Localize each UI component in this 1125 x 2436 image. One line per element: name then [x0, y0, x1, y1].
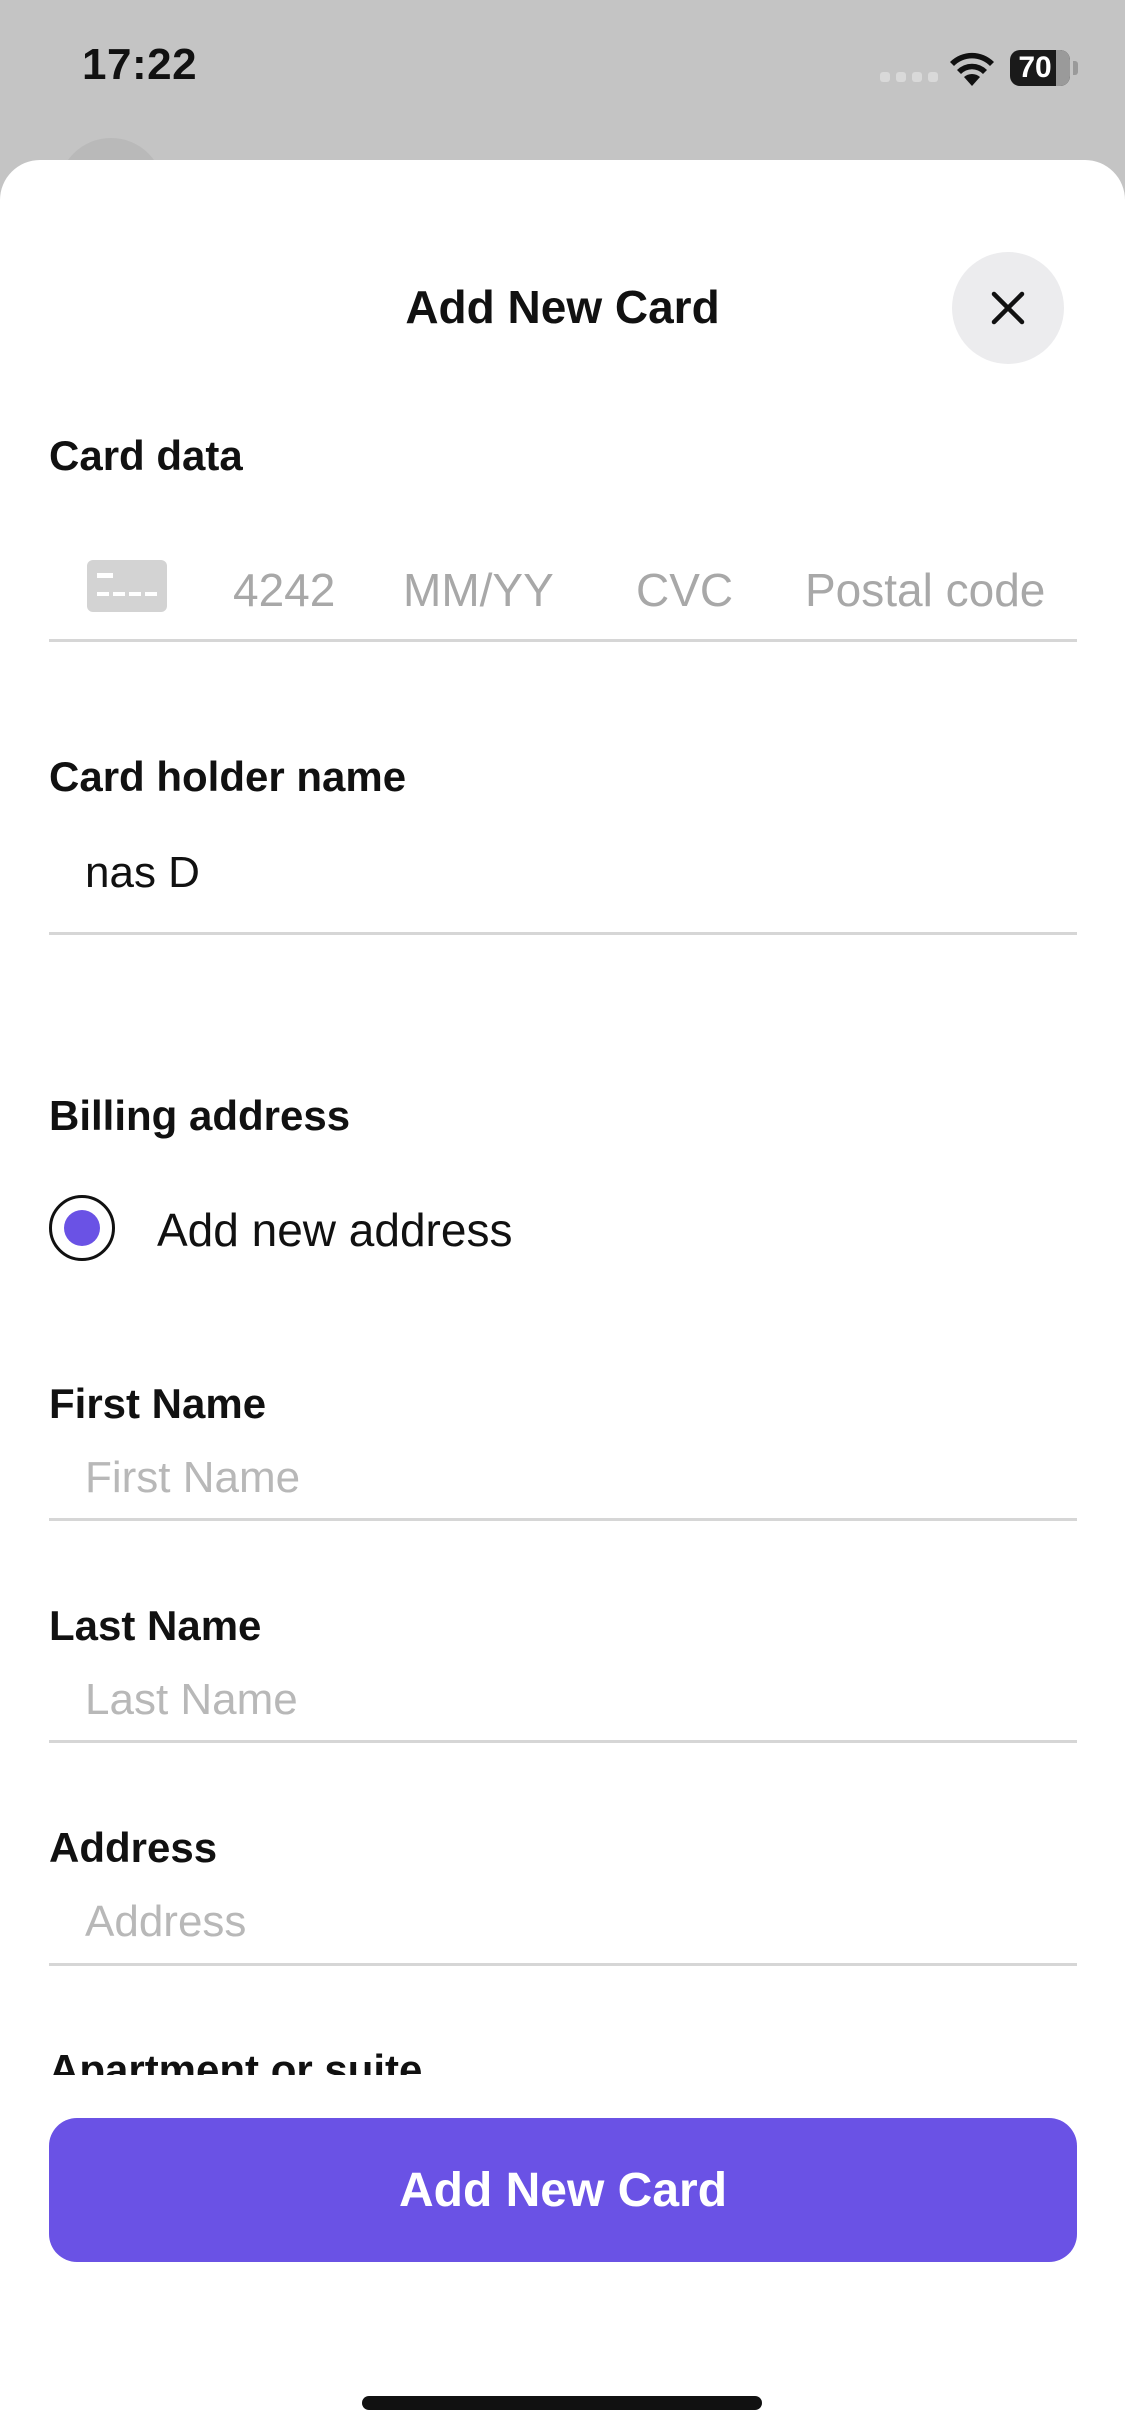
home-indicator: [362, 2396, 762, 2410]
status-bar: 17:22 70: [0, 0, 1125, 140]
card-holder-input[interactable]: nas D: [85, 848, 200, 898]
wifi-icon: [950, 52, 994, 86]
card-holder-divider: [49, 932, 1077, 935]
apartment-label-clipped: Apartment or suite: [49, 2045, 849, 2075]
radio-selected-dot: [64, 1210, 100, 1246]
add-new-card-button[interactable]: Add New Card: [49, 2118, 1077, 2262]
apartment-label: Apartment or suite: [49, 2046, 423, 2075]
status-time: 17:22: [82, 40, 198, 89]
card-holder-label: Card holder name: [49, 753, 407, 800]
cellular-signal-icon: [880, 72, 938, 82]
battery-level: 70: [1018, 51, 1052, 84]
last-name-label: Last Name: [49, 1602, 262, 1649]
card-data-divider: [49, 639, 1077, 642]
card-data-input[interactable]: 4242 MM/YY CVC Postal code: [49, 530, 1077, 630]
address-input[interactable]: Address: [85, 1897, 246, 1947]
close-button[interactable]: [952, 252, 1064, 364]
battery-icon: 70: [1010, 50, 1070, 86]
first-name-input[interactable]: First Name: [85, 1453, 300, 1503]
card-data-label: Card data: [49, 432, 243, 479]
first-name-label: First Name: [49, 1380, 267, 1427]
first-name-divider: [49, 1518, 1077, 1521]
address-label: Address: [49, 1824, 218, 1871]
credit-card-icon: [87, 560, 167, 612]
last-name-divider: [49, 1740, 1077, 1743]
billing-address-label: Billing address: [49, 1092, 351, 1139]
card-cvc-field[interactable]: CVC: [636, 563, 733, 617]
address-divider: [49, 1963, 1077, 1966]
card-postal-field[interactable]: Postal code: [805, 563, 1045, 617]
add-new-address-label[interactable]: Add new address: [157, 1203, 512, 1257]
add-new-address-radio[interactable]: [49, 1195, 115, 1261]
last-name-input[interactable]: Last Name: [85, 1675, 298, 1725]
close-icon: [991, 291, 1025, 325]
card-number-field[interactable]: 4242: [233, 563, 335, 617]
card-expiry-field[interactable]: MM/YY: [403, 563, 554, 617]
add-card-sheet: Add New Card Card data 4242 MM/YY CVC Po…: [0, 160, 1125, 2436]
battery-tip: [1073, 61, 1078, 75]
